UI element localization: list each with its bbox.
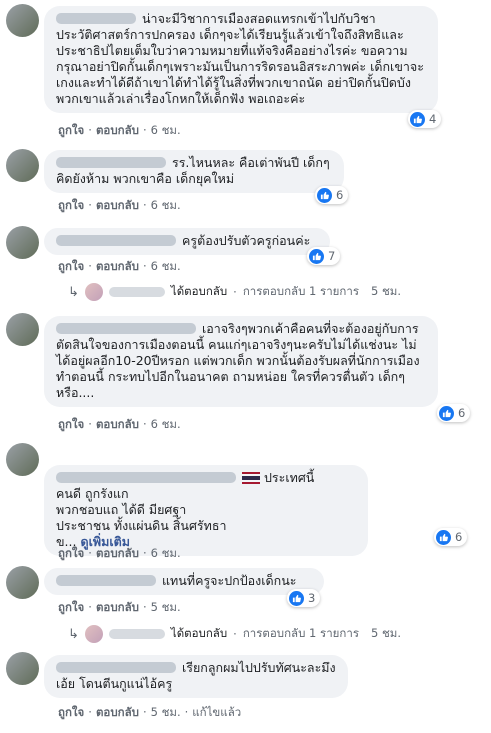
like-icon bbox=[439, 405, 454, 421]
reply-button[interactable]: ตอบกลับ bbox=[96, 600, 139, 614]
comment-line: พวกชอบแถ ได้ดี มียศฐา bbox=[56, 502, 187, 517]
replier-avatar bbox=[84, 283, 103, 301]
comment-bubble: ประเทศนี้ คนดี ถูกรังแก พวกชอบแถ ได้ดี ม… bbox=[44, 465, 368, 556]
like-button[interactable]: ถูกใจ bbox=[58, 259, 84, 273]
like-button[interactable]: ถูกใจ bbox=[58, 705, 84, 719]
like-button[interactable]: ถูกใจ bbox=[58, 417, 84, 431]
comment-actions: ถูกใจ · ตอบกลับ · 5 ชม. bbox=[58, 600, 181, 614]
comment-actions: ถูกใจ · ตอบกลับ · 6 ชม. bbox=[58, 198, 181, 212]
like-button[interactable]: ถูกใจ bbox=[58, 123, 84, 137]
commenter-avatar[interactable] bbox=[6, 566, 39, 599]
view-replies-link[interactable]: ↳ ได้ตอบกลับ · การตอบกลับ 1 รายการ 5 ชม. bbox=[68, 283, 401, 301]
reply-button[interactable]: ตอบกลับ bbox=[96, 417, 139, 431]
reaction-count[interactable]: 6 bbox=[315, 186, 349, 204]
comment-actions: ถูกใจ · ตอบกลับ · 5 ชม. · แก้ไขแล้ว bbox=[58, 705, 242, 719]
comment-time[interactable]: 6 ชม. bbox=[151, 546, 181, 560]
comment-text: แทนที่ครูจะปกป้องเด็กนะ bbox=[162, 573, 297, 588]
comment-line: คนดี ถูกรังแก bbox=[56, 486, 129, 501]
reply-arrow-icon: ↳ bbox=[68, 626, 79, 642]
reply-button[interactable]: ตอบกลับ bbox=[96, 198, 139, 212]
comment-time[interactable]: 6 ชม. bbox=[151, 123, 181, 137]
like-icon bbox=[317, 187, 332, 203]
like-button[interactable]: ถูกใจ bbox=[58, 198, 84, 212]
comment-line: ประชาชน ทั้งแผ่นดิน สิ้นศรัทธา bbox=[56, 518, 227, 533]
comment-bubble: เรียกลูกผมไปปรับทัศนะละมึงเอ้ย โดนตีนกูแ… bbox=[44, 655, 348, 698]
like-icon bbox=[436, 529, 451, 545]
commenter-avatar[interactable] bbox=[6, 226, 39, 259]
commenter-name[interactable] bbox=[56, 235, 176, 246]
commenter-avatar[interactable] bbox=[6, 149, 39, 182]
reply-button[interactable]: ตอบกลับ bbox=[96, 259, 139, 273]
comment-bubble: รร.ไหนหละ คือเต่าพันปี เด็กๆคิดยังห้าม พ… bbox=[44, 150, 344, 193]
commenter-name[interactable] bbox=[56, 575, 156, 586]
reaction-count[interactable]: 6 bbox=[437, 404, 471, 422]
commenter-name[interactable] bbox=[56, 157, 166, 168]
like-button[interactable]: ถูกใจ bbox=[58, 546, 84, 560]
reply-button[interactable]: ตอบกลับ bbox=[96, 705, 139, 719]
comment-actions: ถูกใจ · ตอบกลับ · 6 ชม. bbox=[58, 123, 181, 137]
replier-name bbox=[108, 629, 165, 639]
view-replies-link[interactable]: ↳ ได้ตอบกลับ · การตอบกลับ 1 รายการ 5 ชม. bbox=[68, 625, 401, 643]
comment-bubble: ครูต้องปรับตัวครูก่อนค่ะ bbox=[44, 228, 330, 255]
comment-time[interactable]: 5 ชม. bbox=[151, 705, 181, 719]
like-button[interactable]: ถูกใจ bbox=[58, 600, 84, 614]
like-icon bbox=[309, 248, 324, 264]
commenter-avatar[interactable] bbox=[6, 4, 39, 37]
reaction-count[interactable]: 4 bbox=[408, 110, 442, 128]
comment-text: ครูต้องปรับตัวครูก่อนค่ะ bbox=[182, 233, 311, 248]
edited-label[interactable]: แก้ไขแล้ว bbox=[192, 705, 241, 719]
commenter-avatar[interactable] bbox=[6, 443, 39, 476]
reply-arrow-icon: ↳ bbox=[68, 284, 79, 300]
reply-button[interactable]: ตอบกลับ bbox=[96, 123, 139, 137]
comment-bubble: แทนที่ครูจะปกป้องเด็กนะ bbox=[44, 568, 324, 595]
reaction-count[interactable]: 6 bbox=[434, 528, 468, 546]
reply-button[interactable]: ตอบกลับ bbox=[96, 546, 139, 560]
comment-time[interactable]: 6 ชม. bbox=[151, 198, 181, 212]
reaction-count[interactable]: 3 bbox=[287, 589, 321, 607]
like-icon bbox=[410, 111, 425, 127]
comment-bubble: เอาจริงๆพวกเค้าคือคนที่จะต้องอยู่กับการต… bbox=[44, 316, 438, 407]
commenter-name[interactable] bbox=[56, 13, 136, 24]
comment-actions: ถูกใจ · ตอบกลับ · 6 ชม. bbox=[58, 259, 181, 273]
comment-actions: ถูกใจ · ตอบกลับ · 6 ชม. bbox=[58, 417, 181, 431]
reaction-count[interactable]: 7 bbox=[307, 247, 341, 265]
commenter-name[interactable] bbox=[56, 662, 176, 673]
comment-time[interactable]: 6 ชม. bbox=[151, 259, 181, 273]
like-icon bbox=[289, 590, 304, 606]
replier-avatar bbox=[84, 625, 103, 643]
commenter-name[interactable] bbox=[56, 472, 236, 483]
comment-time[interactable]: 6 ชม. bbox=[151, 417, 181, 431]
replier-name bbox=[108, 287, 165, 297]
commenter-avatar[interactable] bbox=[6, 652, 39, 685]
comment-bubble: น่าจะมีวิชาการเมืองสอดแทรกเข้าไปกับวิชาป… bbox=[44, 6, 438, 113]
comment-first-line: ประเทศนี้ bbox=[56, 470, 358, 486]
comment-actions: ถูกใจ · ตอบกลับ · 6 ชม. bbox=[58, 546, 181, 560]
flag-icon bbox=[242, 472, 260, 484]
comment-text: น่าจะมีวิชาการเมืองสอดแทรกเข้าไปกับวิชาป… bbox=[56, 11, 424, 106]
commenter-avatar[interactable] bbox=[6, 313, 39, 346]
comment-time[interactable]: 5 ชม. bbox=[151, 600, 181, 614]
commenter-name[interactable] bbox=[56, 323, 196, 334]
